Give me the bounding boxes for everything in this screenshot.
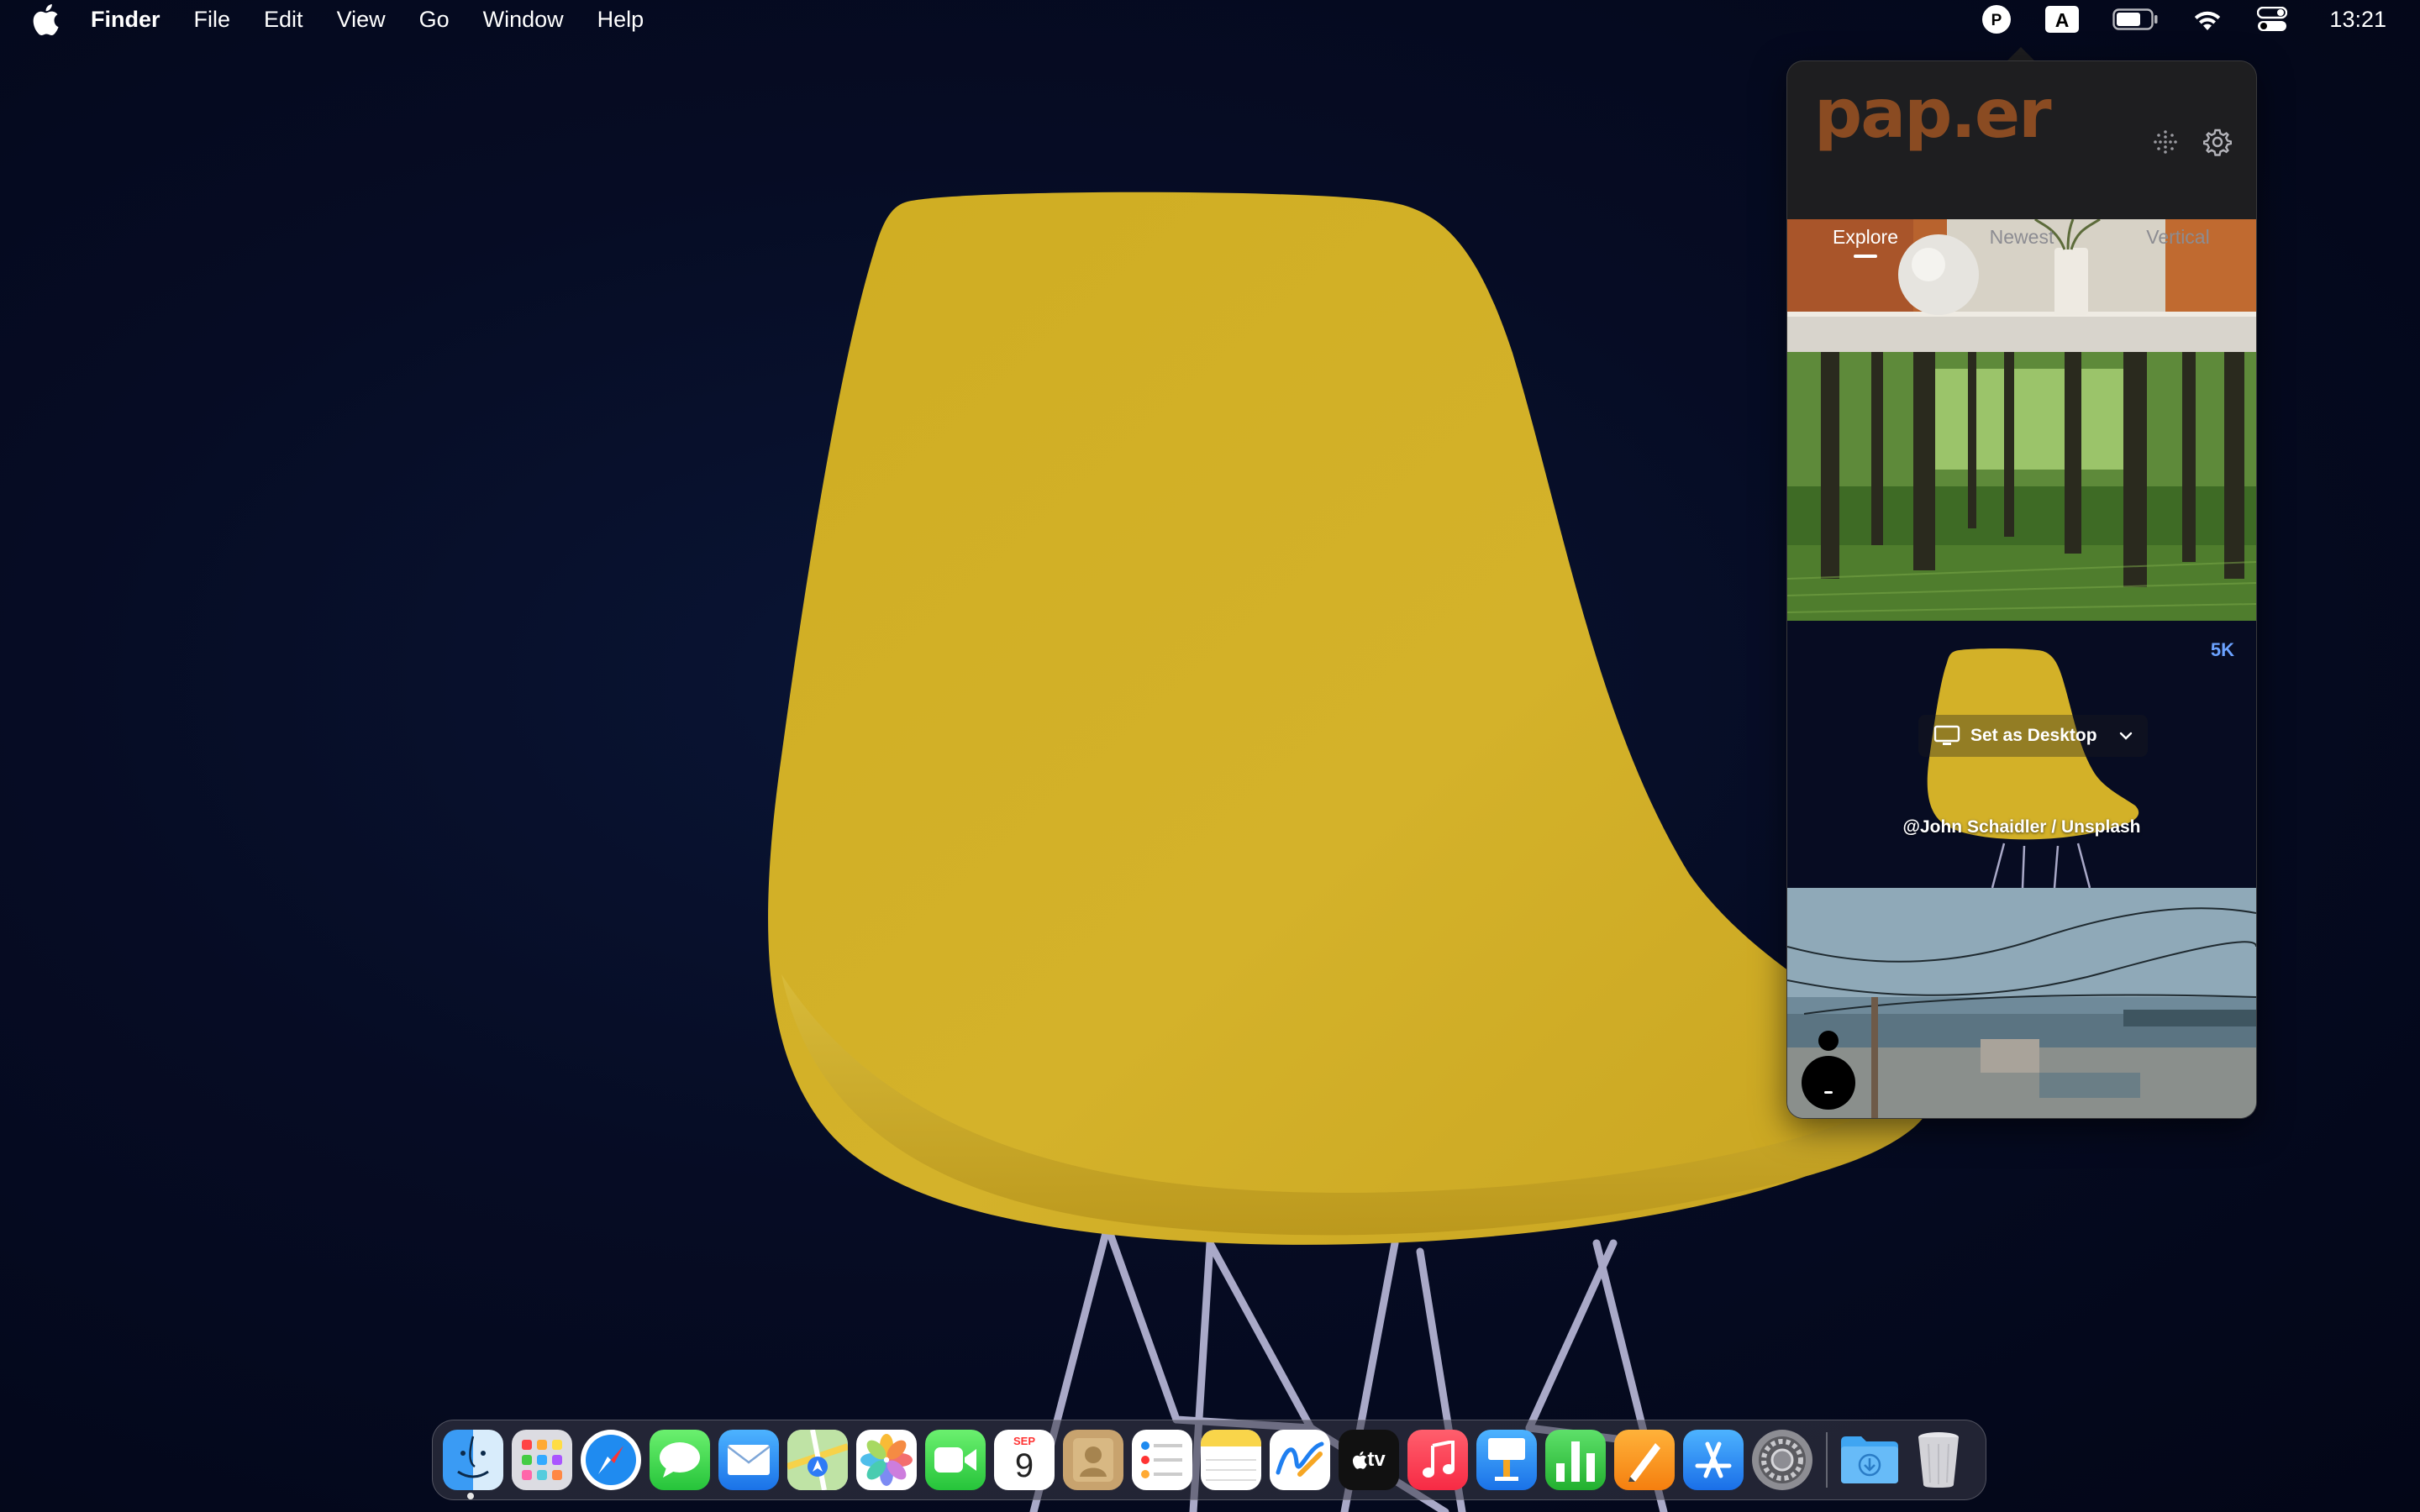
tab-newest[interactable]: Newest bbox=[1944, 226, 2100, 268]
dock-finder[interactable] bbox=[443, 1430, 503, 1490]
facetime-camera-icon bbox=[934, 1447, 976, 1473]
tab-newest-label: Newest bbox=[1989, 226, 2054, 248]
dock-tv[interactable]: tv bbox=[1339, 1430, 1399, 1490]
dock-downloads-folder[interactable] bbox=[1839, 1430, 1900, 1490]
resolution-badge: 5K bbox=[2210, 639, 2234, 660]
mail-envelope-icon bbox=[727, 1445, 771, 1475]
apple-menu-icon[interactable] bbox=[32, 3, 59, 35]
notes-lines-icon bbox=[1206, 1459, 1256, 1481]
freeform-scribble-icon bbox=[1276, 1441, 1324, 1477]
wifi-icon[interactable] bbox=[2191, 7, 2223, 32]
dock-mail[interactable] bbox=[718, 1430, 779, 1490]
tab-vertical-label: Vertical bbox=[2146, 226, 2210, 248]
input-source-label: A bbox=[2055, 9, 2070, 31]
dock-app-store[interactable] bbox=[1683, 1430, 1744, 1490]
set-as-desktop-label: Set as Desktop bbox=[1970, 726, 2097, 745]
dock-freeform[interactable] bbox=[1270, 1430, 1330, 1490]
menu-view[interactable]: View bbox=[337, 7, 386, 33]
dock-calendar[interactable]: SEP 9 bbox=[994, 1430, 1055, 1490]
downloads-folder-icon bbox=[1841, 1436, 1898, 1483]
finder-icon bbox=[457, 1436, 489, 1478]
dock-system-settings[interactable] bbox=[1752, 1430, 1812, 1490]
category-tabs: Explore Newest Vertical bbox=[1787, 226, 2256, 268]
tab-explore-label: Explore bbox=[1833, 226, 1898, 248]
display-icon bbox=[1933, 725, 1960, 747]
tab-explore[interactable]: Explore bbox=[1787, 226, 1944, 268]
menu-edit[interactable]: Edit bbox=[264, 7, 303, 33]
tab-vertical[interactable]: Vertical bbox=[2100, 226, 2256, 268]
dock-reminders[interactable] bbox=[1132, 1430, 1192, 1490]
menu-app-name[interactable]: Finder bbox=[91, 7, 160, 33]
user-avatar-icon[interactable] bbox=[1799, 1024, 1858, 1116]
dock-maps[interactable] bbox=[787, 1430, 848, 1490]
menu-help[interactable]: Help bbox=[597, 7, 644, 33]
dock-keynote[interactable] bbox=[1476, 1430, 1537, 1490]
apple-tv-icon: tv bbox=[1352, 1448, 1386, 1472]
paper-logo: pap.er bbox=[1814, 75, 2052, 153]
input-source-icon[interactable]: A bbox=[2045, 6, 2080, 33]
dock-music[interactable] bbox=[1407, 1430, 1468, 1490]
control-center-icon[interactable] bbox=[2257, 7, 2288, 32]
dock-photos[interactable] bbox=[856, 1430, 917, 1490]
numbers-bars-icon bbox=[1556, 1441, 1595, 1482]
app-store-icon bbox=[1695, 1441, 1732, 1478]
calendar-day: 9 bbox=[1014, 1447, 1034, 1484]
dock-running-indicator bbox=[467, 1493, 474, 1499]
paper-popup: pap.er 5K Set as Desktop @John Schaidler… bbox=[1786, 60, 2257, 1119]
dock-separator bbox=[1826, 1432, 1828, 1488]
wallpaper-thumbnail-forest[interactable] bbox=[1787, 352, 2256, 621]
shuffle-dots-icon[interactable] bbox=[2149, 125, 2182, 159]
dock-facetime[interactable] bbox=[925, 1430, 986, 1490]
dock-trash[interactable] bbox=[1908, 1430, 1969, 1490]
menu-window[interactable]: Window bbox=[483, 7, 564, 33]
dock-notes[interactable] bbox=[1201, 1430, 1261, 1490]
chevron-down-icon[interactable] bbox=[2119, 731, 2133, 741]
settings-gear-icon bbox=[1759, 1436, 1806, 1483]
trash-can-icon bbox=[1918, 1432, 1959, 1488]
photos-flower-icon bbox=[860, 1434, 913, 1486]
set-as-desktop-button[interactable]: Set as Desktop bbox=[1918, 715, 2148, 757]
paper-app-icon[interactable]: P bbox=[1981, 4, 2012, 34]
wallpaper-thumbnail-list[interactable]: 5K Set as Desktop @John Schaidler / Unsp… bbox=[1787, 219, 2256, 1118]
dock-messages[interactable] bbox=[650, 1430, 710, 1490]
safari-compass-icon bbox=[586, 1435, 636, 1485]
messages-bubble-icon bbox=[660, 1442, 700, 1478]
settings-gear-icon[interactable] bbox=[2201, 125, 2234, 159]
dock-numbers[interactable] bbox=[1545, 1430, 1606, 1490]
maps-icon bbox=[787, 1430, 848, 1490]
reminders-list-icon bbox=[1141, 1441, 1182, 1478]
menu-clock[interactable]: 13:21 bbox=[2329, 7, 2386, 33]
pages-pen-icon bbox=[1628, 1443, 1660, 1482]
tab-active-indicator bbox=[1854, 255, 1877, 258]
dock: SEP 9 tv bbox=[432, 1420, 1986, 1500]
wallpaper-thumbnail-yellow-chair[interactable]: 5K Set as Desktop @John Schaidler / Unsp… bbox=[1787, 621, 2256, 888]
music-note-icon bbox=[1423, 1441, 1455, 1478]
dock-contacts[interactable] bbox=[1063, 1430, 1123, 1490]
menu-bar: Finder File Edit View Go Window Help P A bbox=[0, 0, 2420, 39]
paper-app-letter: P bbox=[1991, 12, 2002, 29]
tv-label: tv bbox=[1367, 1448, 1386, 1471]
calendar-month: SEP bbox=[1013, 1435, 1035, 1447]
launchpad-icon bbox=[522, 1440, 562, 1480]
dock-launchpad[interactable] bbox=[512, 1430, 572, 1490]
battery-icon[interactable] bbox=[2112, 8, 2158, 30]
dock-pages[interactable] bbox=[1614, 1430, 1675, 1490]
menu-go[interactable]: Go bbox=[419, 7, 450, 33]
menu-file[interactable]: File bbox=[194, 7, 231, 33]
photo-credit[interactable]: @John Schaidler / Unsplash bbox=[1787, 817, 2256, 837]
wallpaper-thumbnail-beach[interactable] bbox=[1787, 888, 2256, 1118]
keynote-podium-icon bbox=[1488, 1438, 1525, 1481]
dock-safari[interactable] bbox=[581, 1430, 641, 1490]
contacts-person-icon bbox=[1073, 1438, 1113, 1482]
